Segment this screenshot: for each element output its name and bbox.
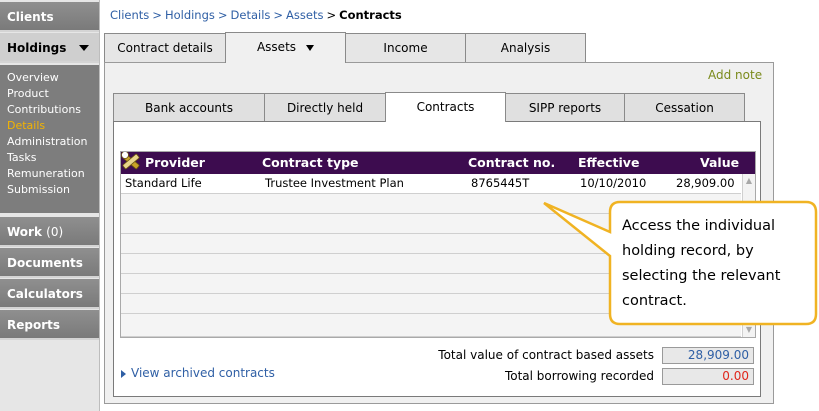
submenu-item-submission[interactable]: Submission	[0, 182, 99, 198]
tab-contract-details[interactable]: Contract details	[104, 33, 226, 63]
empty-row	[121, 194, 741, 214]
breadcrumb-holdings[interactable]: Holdings	[165, 8, 215, 22]
chevron-down-icon	[79, 45, 89, 51]
sidebar-documents-button[interactable]: Documents	[0, 248, 99, 278]
sidebar-reports-label: Reports	[7, 318, 61, 332]
column-header-value[interactable]: Value	[700, 152, 739, 174]
chevron-down-icon	[306, 44, 315, 51]
empty-row	[121, 314, 741, 337]
tab-contract-details-label: Contract details	[117, 41, 213, 55]
submenu-item-remuneration[interactable]: Remuneration	[0, 166, 99, 182]
sidebar-calculators-label: Calculators	[7, 287, 83, 301]
callout-line: Access the individual	[622, 218, 776, 234]
sidebar-clients-button[interactable]: Clients	[0, 2, 99, 32]
breadcrumb-separator: >	[152, 8, 162, 22]
table-header: Provider Contract type Contract no. Effe…	[121, 152, 755, 174]
column-header-contract-type[interactable]: Contract type	[262, 152, 359, 174]
add-note-link[interactable]: Add note	[708, 68, 762, 82]
column-header-effective[interactable]: Effective	[578, 152, 639, 174]
submenu-item-administration[interactable]: Administration	[0, 134, 99, 150]
submenu-item-tasks[interactable]: Tasks	[0, 150, 99, 166]
work-count: (0)	[46, 225, 64, 239]
sidebar-work-label: Work	[7, 225, 42, 239]
callout-line: contract.	[622, 293, 687, 309]
callout-text: Access the individual holding record, by…	[622, 214, 802, 314]
subtab-sipp-reports-label: SIPP reports	[528, 101, 602, 115]
total-contract-assets-value: 28,909.00	[662, 347, 754, 364]
breadcrumb-separator: >	[217, 8, 228, 22]
sidebar-calculators-button[interactable]: Calculators	[0, 279, 99, 309]
breadcrumb-details[interactable]: Details	[231, 8, 271, 22]
subtab-bank-accounts[interactable]: Bank accounts	[113, 93, 265, 122]
sidebar-work-button[interactable]: Work (0)	[0, 217, 99, 247]
sidebar: Clients Holdings Overview Product Contri…	[0, 0, 100, 411]
sidebar-holdings-label: Holdings	[7, 41, 67, 55]
sidebar-clients-label: Clients	[7, 10, 54, 24]
submenu-item-overview[interactable]: Overview	[0, 70, 99, 86]
sidebar-reports-button[interactable]: Reports	[0, 310, 99, 340]
breadcrumb-separator: >	[273, 8, 284, 22]
tab-analysis-label: Analysis	[500, 41, 551, 55]
subtab-directly-held-label: Directly held	[286, 101, 364, 115]
breadcrumb-clients[interactable]: Clients	[110, 8, 149, 22]
callout-line: selecting the relevant	[622, 268, 781, 284]
subtab-cessation[interactable]: Cessation	[624, 93, 745, 122]
tab-analysis[interactable]: Analysis	[465, 33, 586, 63]
cell-provider: Standard Life	[125, 176, 202, 190]
subtab-bank-accounts-label: Bank accounts	[144, 101, 233, 115]
tools-icon[interactable]	[120, 151, 144, 174]
tab-income[interactable]: Income	[345, 33, 466, 63]
column-header-contract-no[interactable]: Contract no.	[468, 152, 555, 174]
table-row[interactable]: Standard Life Trustee Investment Plan 87…	[121, 174, 741, 194]
sidebar-documents-label: Documents	[7, 256, 83, 270]
breadcrumb-assets[interactable]: Assets	[286, 8, 323, 22]
column-header-provider[interactable]: Provider	[145, 152, 205, 174]
submenu-item-product[interactable]: Product	[0, 86, 99, 102]
cell-value: 28,909.00	[676, 176, 735, 190]
submenu-item-details[interactable]: Details	[0, 118, 99, 134]
cell-contract-no: 8765445T	[471, 176, 530, 190]
holdings-submenu: Overview Product Contributions Details A…	[0, 65, 99, 213]
submenu-item-contributions[interactable]: Contributions	[0, 102, 99, 118]
subtab-directly-held[interactable]: Directly held	[264, 93, 386, 122]
total-borrowing-label: Total borrowing recorded	[504, 369, 654, 383]
breadcrumb-current: Contracts	[339, 8, 402, 22]
tab-income-label: Income	[383, 41, 428, 55]
breadcrumb-separator: >	[326, 8, 337, 22]
breadcrumb: Clients > Holdings > Details > Assets > Contract…	[110, 8, 402, 22]
play-arrow-icon	[121, 369, 126, 378]
subtab-cessation-label: Cessation	[655, 101, 714, 115]
total-contract-assets-label: Total value of contract based assets	[438, 348, 654, 362]
view-archived-contracts-label: View archived contracts	[131, 366, 275, 380]
subtab-sipp-reports[interactable]: SIPP reports	[505, 93, 625, 122]
subtab-contracts[interactable]: Contracts	[385, 92, 506, 122]
cell-effective: 10/10/2010	[580, 176, 647, 190]
callout-line: holding record, by	[622, 243, 754, 259]
subtab-contracts-label: Contracts	[416, 100, 475, 114]
sidebar-holdings-button[interactable]: Holdings	[0, 33, 99, 63]
scroll-down-icon[interactable]: ▼	[744, 325, 754, 335]
cell-contract-type: Trustee Investment Plan	[265, 176, 404, 190]
view-archived-contracts-link[interactable]: View archived contracts	[121, 366, 275, 380]
tab-assets-label: Assets	[256, 40, 297, 54]
scroll-up-icon[interactable]: ▲	[744, 176, 754, 186]
total-borrowing-value: 0.00	[662, 368, 754, 385]
tab-assets[interactable]: Assets	[225, 32, 346, 63]
